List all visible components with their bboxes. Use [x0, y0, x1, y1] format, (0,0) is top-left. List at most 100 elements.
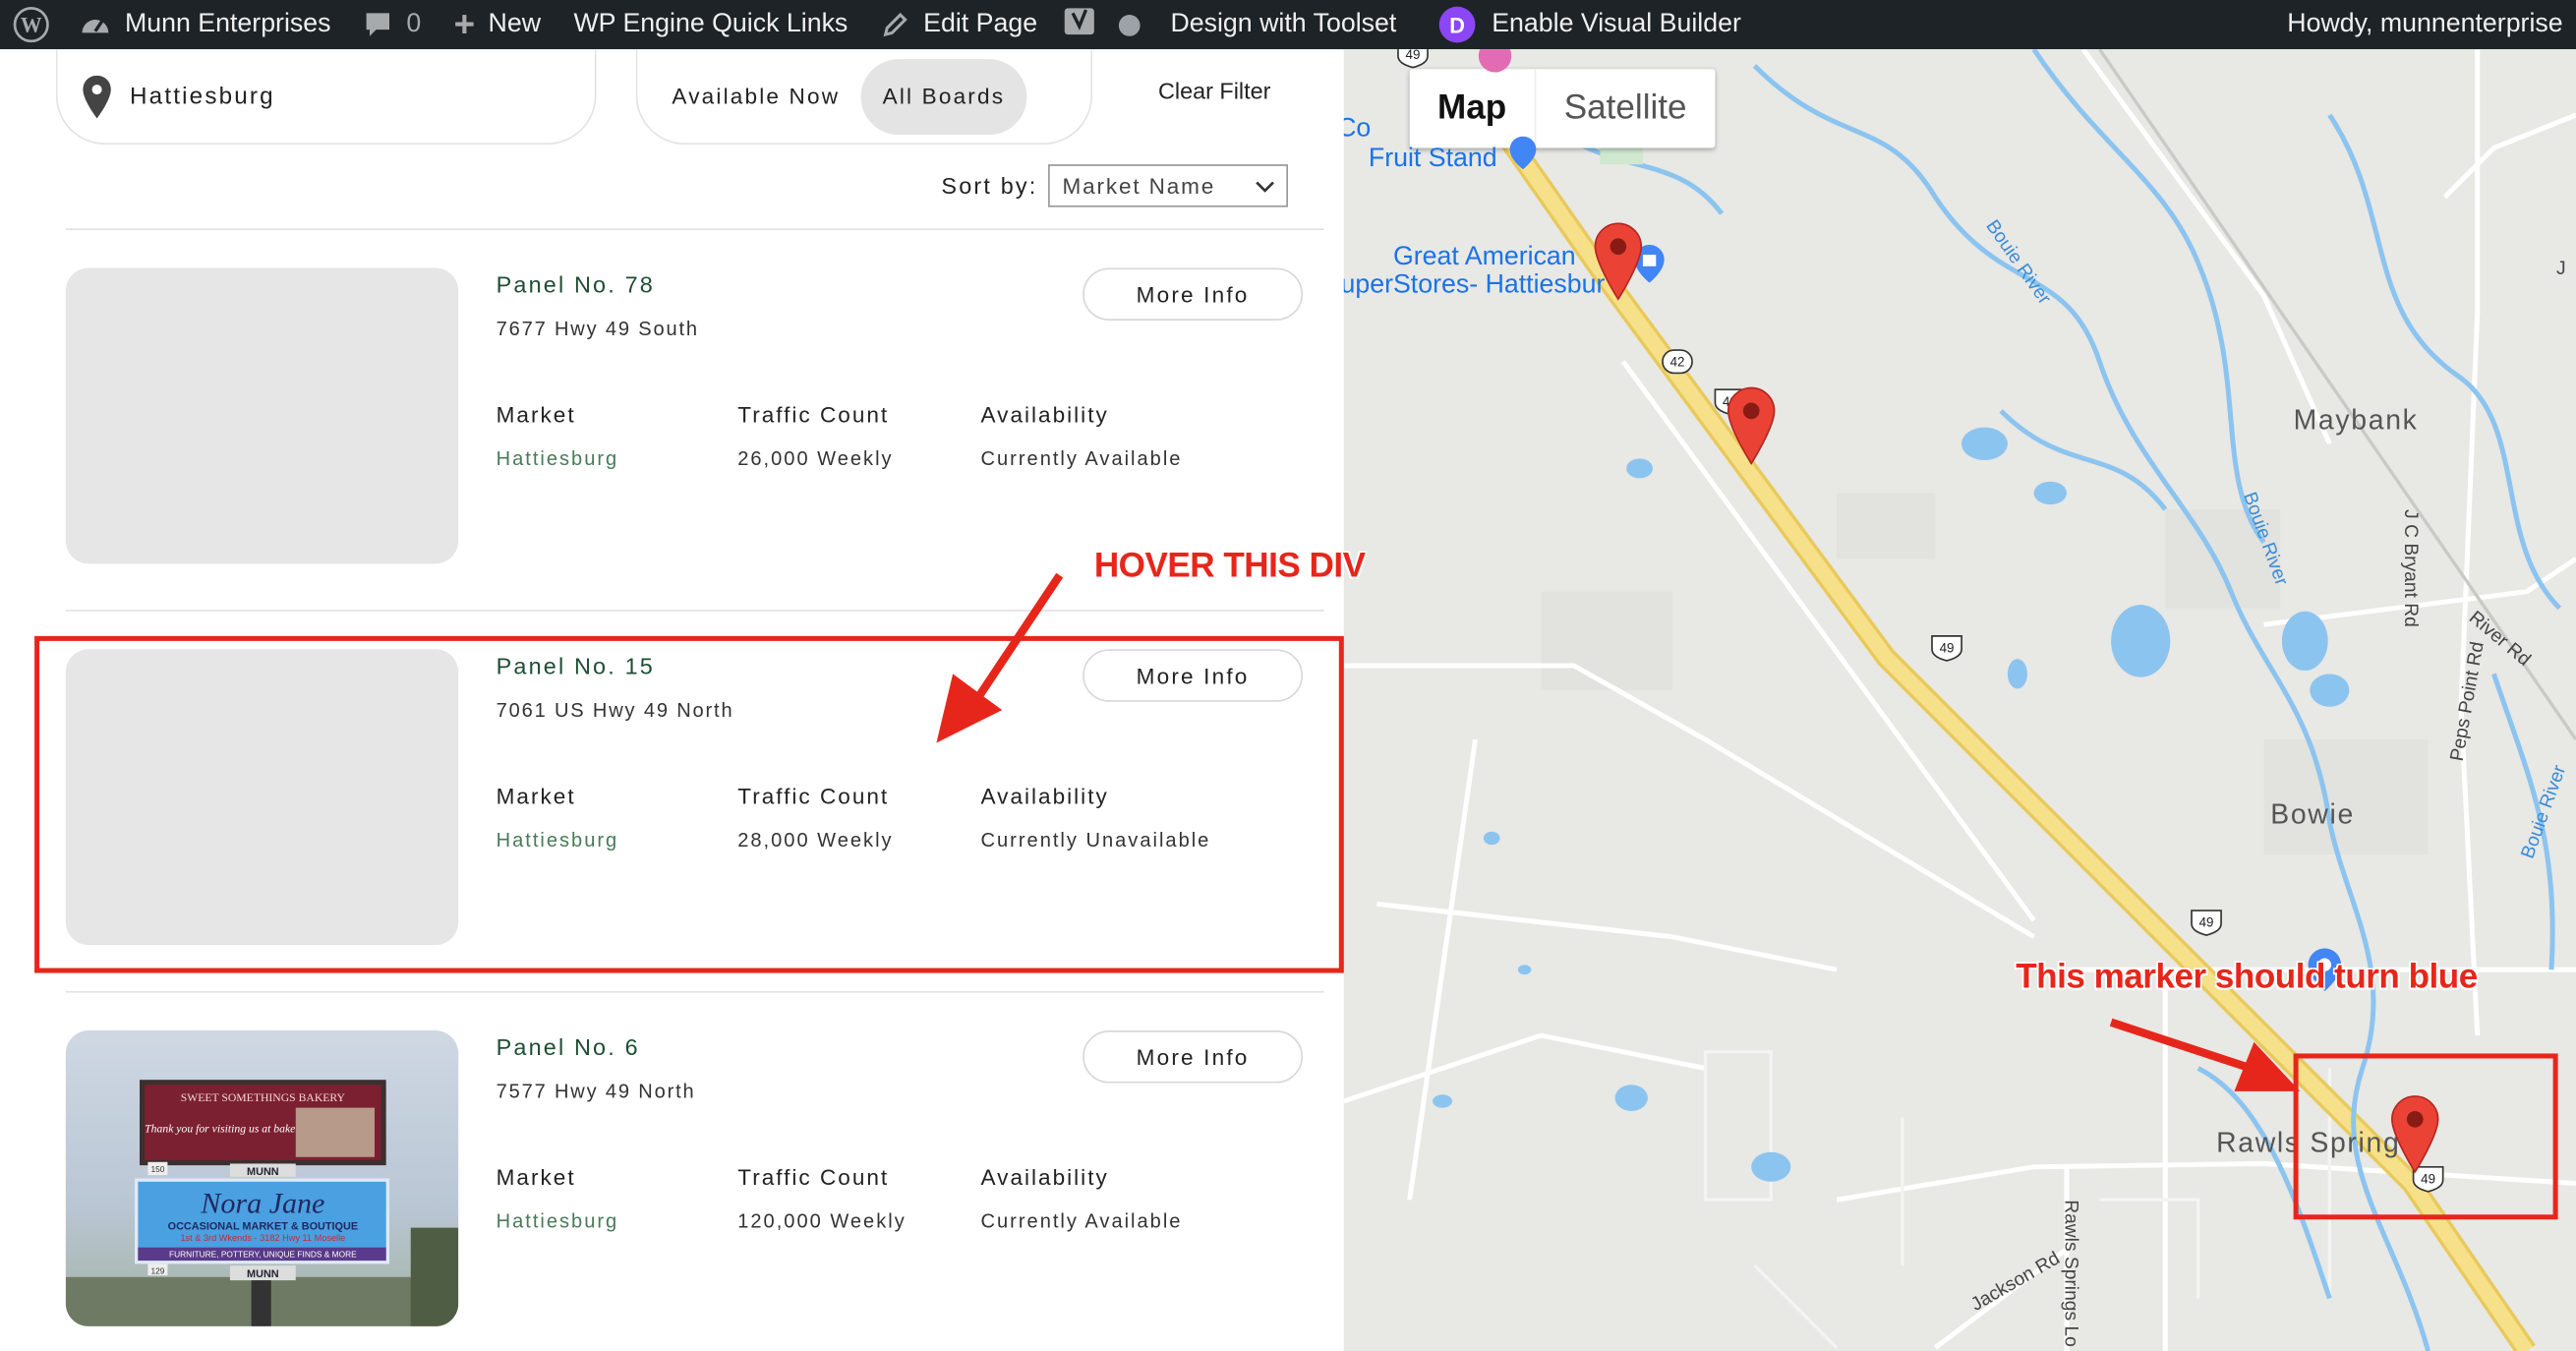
more-info-button[interactable]: More Info [1083, 267, 1304, 321]
svg-text:W: W [21, 14, 42, 37]
wordpress-logo-button[interactable]: W [0, 0, 62, 49]
map-marker[interactable] [1594, 222, 1643, 301]
page-root: W Munn Enterprises 0 + New WP Engine Qui… [0, 0, 2576, 1351]
hover-annotation: HOVER THIS DIV [1093, 547, 1366, 586]
road-label-rawls-springs-loop: Rawls Springs Lo [2060, 1200, 2080, 1347]
divi-icon: D [1438, 6, 1476, 43]
traffic-label: Traffic Count [737, 402, 890, 428]
seo-score-dot[interactable] [1106, 0, 1153, 49]
bottom-sign-line4: FURNITURE, POTTERY, UNIQUE FINDS & MORE [169, 1250, 357, 1260]
listing-card[interactable]: SWEET SOMETHINGS BAKERY Thank you for vi… [65, 1030, 1315, 1326]
marker-highlight-box [2293, 1053, 2558, 1220]
hover-highlight-box [34, 635, 1344, 973]
dashboard-gauge-icon [79, 10, 111, 39]
greeting: Howdy, munnenterprise [2287, 10, 2563, 38]
poi-label-great-american[interactable]: Great American [1393, 243, 1576, 272]
yoast-seo-button[interactable] [1054, 0, 1106, 49]
visual-builder-link[interactable]: D Enable Visual Builder [1413, 0, 1758, 49]
panel-title: Panel No. 6 [496, 1033, 640, 1061]
map-pin-icon [83, 75, 111, 118]
chevron-down-icon [1255, 181, 1274, 193]
new-label: New [488, 10, 542, 38]
market-value: Hattiesburg [496, 446, 619, 471]
bottom-sign-title: Nora Jane [200, 1187, 324, 1220]
road-label-jc-bryant: J C Bryant Rd [2400, 509, 2421, 627]
visual-builder-label: Enable Visual Builder [1492, 10, 1741, 38]
highway-shield-icon: 49 [1397, 49, 1429, 69]
bottom-sign-line2: OCCASIONAL MARKET & BOUTIQUE [168, 1220, 358, 1232]
availability-value: Currently Available [980, 446, 1183, 471]
annotation-arrow-icon [936, 572, 1064, 743]
annotation-arrow-icon [2109, 1018, 2301, 1091]
listing-card[interactable]: Panel No. 78 7677 Hwy 49 South More Info… [65, 267, 1315, 564]
road-shield-icon: 42 [1662, 349, 1693, 375]
divider [65, 610, 1324, 612]
map-marker[interactable] [1727, 386, 1776, 465]
poi-pin-icon[interactable] [1475, 49, 1514, 76]
edit-page-label: Edit Page [923, 10, 1038, 38]
place-label-maybank: Maybank [2293, 404, 2419, 436]
sort-value: Market Name [1062, 173, 1216, 199]
poi-label-superstores[interactable]: uperStores- Hattiesbur [1344, 271, 1606, 301]
map-type-satellite-button[interactable]: Satellite [1534, 69, 1715, 148]
sort-select[interactable]: Market Name [1047, 164, 1288, 207]
market-value: Hattiesburg [496, 1209, 619, 1233]
bottom-sign-line3: 1st & 3rd Wkends - 3182 Hwy 11 Moselle [180, 1233, 345, 1243]
brand-plate-top: MUNN [247, 1166, 279, 1178]
availability-label: Availability [980, 402, 1109, 428]
brand-plate-bottom: MUNN [247, 1268, 279, 1280]
toolset-label: Design with Toolset [1170, 10, 1397, 38]
traffic-value: 26,000 Weekly [737, 446, 894, 471]
panel-number-bottom: 129 [150, 1265, 164, 1275]
billboard-thumbnail [65, 267, 459, 564]
availability-toggle: Available Now All Boards [635, 49, 1093, 146]
poi-pin-icon[interactable] [1508, 135, 1538, 171]
wp-engine-quick-links[interactable]: WP Engine Quick Links [557, 0, 864, 49]
all-boards-button[interactable]: All Boards [860, 58, 1026, 135]
wordpress-icon: W [13, 7, 49, 43]
panel-number-top: 150 [150, 1164, 164, 1174]
svg-text:49: 49 [1940, 641, 1955, 656]
site-name-link[interactable]: Munn Enterprises [62, 0, 347, 49]
site-name: Munn Enterprises [124, 10, 331, 38]
edit-page-link[interactable]: Edit Page [864, 0, 1054, 49]
comment-bubble-icon [364, 10, 393, 39]
poi-label-co: Co [1344, 115, 1372, 144]
divider [65, 228, 1324, 231]
road-label-j: J [2555, 260, 2566, 280]
poi-label-fruit-stand[interactable]: Fruit Stand [1369, 145, 1497, 174]
sort-label: Sort by: [941, 172, 1038, 200]
available-now-button[interactable]: Available Now [651, 58, 861, 134]
traffic-label: Traffic Count [737, 1165, 890, 1191]
toolset-link[interactable]: Design with Toolset [1154, 0, 1413, 49]
clear-filter-link[interactable]: Clear Filter [1158, 78, 1270, 104]
market-label: Market [496, 1165, 576, 1191]
availability-label: Availability [980, 1165, 1109, 1191]
place-label-bowie: Bowie [2270, 798, 2355, 831]
pencil-icon [881, 10, 910, 39]
admin-bar: W Munn Enterprises 0 + New WP Engine Qui… [0, 0, 2576, 50]
svg-text:49: 49 [1406, 49, 1421, 62]
more-info-button[interactable]: More Info [1083, 1030, 1304, 1084]
new-content-link[interactable]: + New [438, 0, 557, 49]
location-value: Hattiesburg [130, 83, 275, 110]
divider [65, 990, 1324, 993]
top-sign-title: SWEET SOMETHINGS BAKERY [181, 1091, 346, 1104]
top-sign-line2: Thank you for visiting us at bakery! [145, 1123, 309, 1136]
account-menu[interactable]: Howdy, munnenterprise [2271, 0, 2576, 49]
highway-shield-icon: 49 [2191, 910, 2222, 936]
panel-address: 7677 Hwy 49 South [496, 317, 699, 341]
status-dot-icon [1119, 14, 1142, 35]
panel-title: Panel No. 78 [496, 270, 655, 298]
map-type-control: Map Satellite [1409, 69, 1715, 148]
comments-count: 0 [406, 10, 422, 38]
quick-links-label: WP Engine Quick Links [573, 10, 849, 38]
availability-value: Currently Available [980, 1209, 1183, 1233]
location-filter[interactable]: Hattiesburg [55, 49, 597, 146]
comments-link[interactable]: 0 [347, 0, 438, 49]
yoast-icon [1064, 4, 1096, 45]
marker-annotation: This marker should turn blue [2016, 958, 2478, 996]
svg-text:42: 42 [1670, 355, 1685, 370]
panel-address: 7577 Hwy 49 North [496, 1080, 696, 1103]
billboard-photo: SWEET SOMETHINGS BAKERY Thank you for vi… [65, 1030, 459, 1326]
